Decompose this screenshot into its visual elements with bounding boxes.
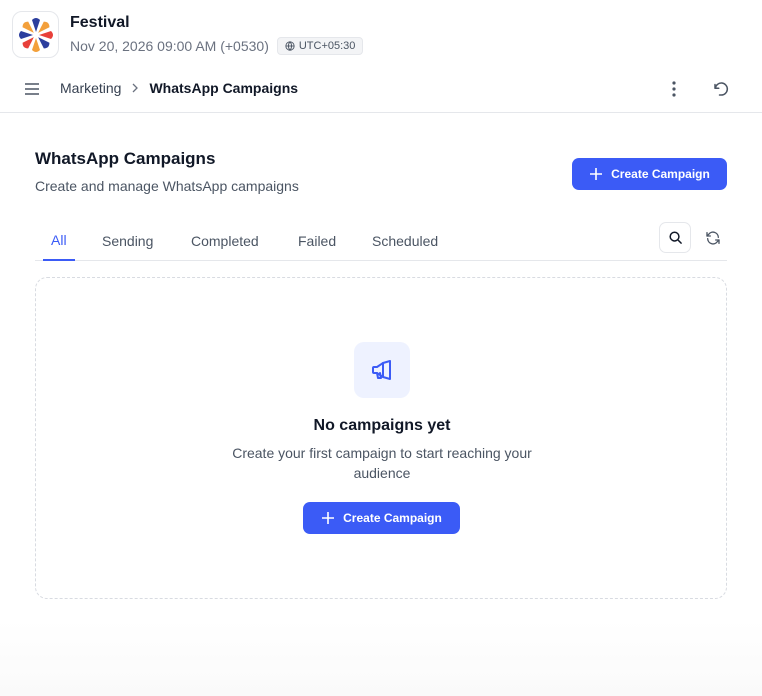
search-button[interactable] [659, 222, 691, 253]
breadcrumb-current: WhatsApp Campaigns [149, 80, 299, 96]
tab-sending[interactable]: Sending [94, 221, 161, 261]
festival-logo-icon [18, 17, 53, 52]
undo-button[interactable] [711, 79, 731, 99]
plus-icon [322, 512, 335, 524]
search-icon [668, 231, 682, 244]
megaphone-icon [372, 360, 391, 380]
empty-state-description: Create your first campaign to start reac… [232, 445, 532, 481]
empty-state-icon-box [354, 342, 410, 398]
menu-toggle-button[interactable] [24, 81, 40, 97]
nav-bar: Marketing WhatsApp Campaigns [0, 70, 762, 113]
empty-state-card: No campaigns yet Create your first campa… [35, 277, 727, 599]
create-first-campaign-label: Create Campaign [343, 511, 442, 525]
page-title: WhatsApp Campaigns [35, 149, 216, 168]
hamburger-icon [25, 83, 39, 95]
event-logo [12, 11, 59, 58]
create-campaign-button[interactable]: Create Campaign [572, 158, 727, 190]
timezone-badge: UTC+05:30 [276, 37, 364, 55]
page-subtitle: Create and manage WhatsApp campaigns [35, 178, 299, 194]
app-header: Festival Nov 20, 2026 09:00 AM (+0530) U… [0, 0, 762, 70]
breadcrumb: Marketing WhatsApp Campaigns [60, 80, 298, 96]
more-options-button[interactable] [664, 79, 684, 99]
event-meta: Nov 20, 2026 09:00 AM (+0530) UTC+05:30 [70, 37, 364, 55]
undo-icon [714, 82, 729, 96]
plus-icon [590, 168, 603, 180]
tab-completed[interactable]: Completed [183, 221, 267, 261]
breadcrumb-marketing[interactable]: Marketing [60, 80, 121, 96]
campaign-tabs: All Sending Completed Failed Scheduled [35, 221, 727, 261]
globe-icon [285, 41, 295, 51]
chevron-right-icon [133, 83, 139, 93]
tab-scheduled[interactable]: Scheduled [364, 221, 446, 261]
tab-failed[interactable]: Failed [290, 221, 344, 261]
timezone-label: UTC+05:30 [298, 40, 356, 52]
refresh-icon [706, 231, 720, 245]
refresh-button[interactable] [702, 227, 724, 249]
event-datetime: Nov 20, 2026 09:00 AM (+0530) [70, 38, 269, 54]
more-vertical-icon [672, 81, 676, 97]
tab-all[interactable]: All [43, 221, 75, 261]
page: Festival Nov 20, 2026 09:00 AM (+0530) U… [0, 0, 762, 696]
event-name: Festival [70, 14, 130, 31]
empty-state-title: No campaigns yet [313, 417, 451, 434]
create-campaign-label: Create Campaign [611, 167, 710, 181]
create-first-campaign-button[interactable]: Create Campaign [303, 502, 460, 534]
